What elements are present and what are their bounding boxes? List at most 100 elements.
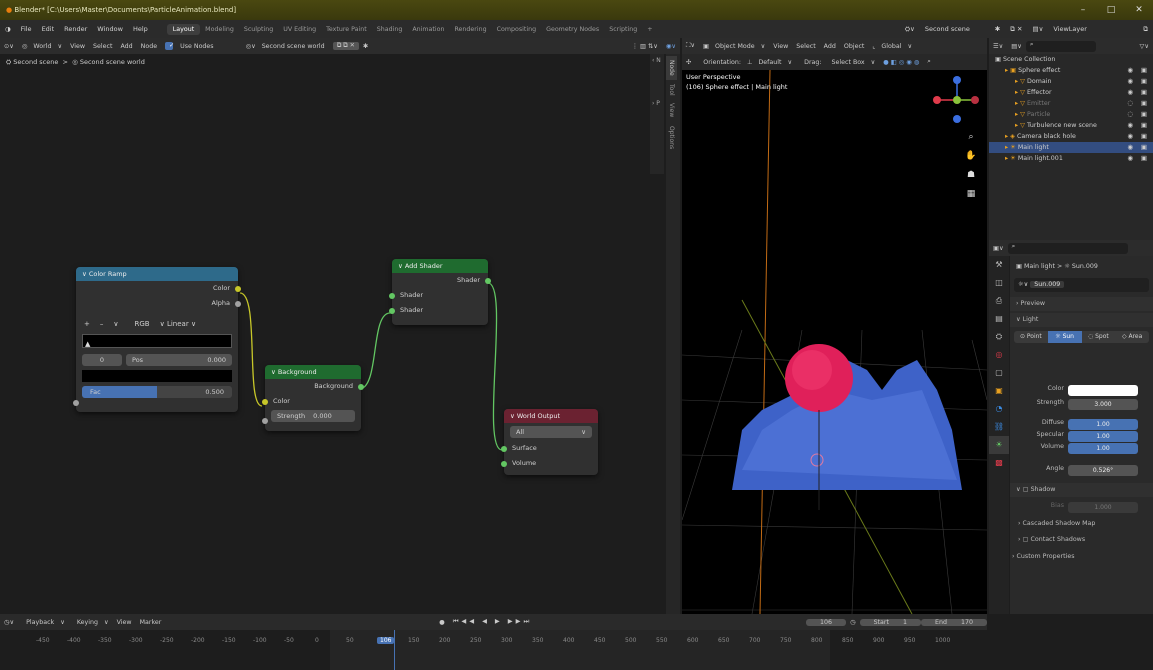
camera-view-icon[interactable]: ☗	[964, 166, 978, 185]
transform-gizmo-icon[interactable]: ✣	[682, 59, 695, 66]
scene-collection-row[interactable]: ▣ Scene Collection	[989, 54, 1153, 65]
viewport-3d[interactable]: User Perspective (106) Sphere effect | M…	[682, 70, 987, 614]
visibility-eye-icon[interactable]: ◉	[1127, 142, 1133, 153]
record-button[interactable]: ●	[435, 619, 449, 626]
diffuse-field[interactable]: 1.00	[1068, 419, 1138, 430]
stop-index-field[interactable]: 0	[82, 354, 122, 366]
viewlayer-icon[interactable]: ▤∨	[1027, 25, 1048, 33]
outliner-search-input[interactable]: ⌕	[1025, 40, 1096, 52]
visibility-eye-icon[interactable]: ◉	[1127, 65, 1133, 76]
add-shader-node[interactable]: ∨ Add Shader Shader Shader Shader	[389, 259, 491, 325]
render-camera-icon[interactable]: ▣	[1141, 98, 1147, 109]
fac-slider[interactable]: Fac 0.500	[82, 386, 232, 398]
close-button[interactable]: ✕	[1125, 0, 1153, 20]
grid-view-icon[interactable]: ▦	[964, 185, 978, 204]
socket-color-out[interactable]	[235, 285, 241, 292]
pin-icon[interactable]: ✱	[990, 25, 1005, 33]
light-datablock-field[interactable]: ☼∨ Sun.009	[1014, 278, 1149, 292]
outliner-item[interactable]: ▸ ▽ Particle ◌ ▣	[989, 109, 1153, 120]
viewlayer-add-icon[interactable]: ⧉	[1138, 25, 1153, 34]
preview-panel-header[interactable]: › Preview	[1010, 297, 1153, 311]
stop-color-swatch[interactable]	[82, 370, 232, 382]
outliner-item[interactable]: ▸ ◈ Camera black hole ◉ ▣	[989, 131, 1153, 142]
socket-surface-in[interactable]	[501, 445, 507, 452]
light-type-spot[interactable]: ◌ Spot	[1082, 331, 1116, 343]
render-camera-icon[interactable]: ▣	[1141, 65, 1147, 76]
timeline-area[interactable]	[0, 630, 987, 670]
timeline-view-menu[interactable]: View	[113, 619, 136, 626]
vp-menu-add[interactable]: Add	[820, 43, 840, 50]
ramp-menu-button[interactable]: ∨	[113, 320, 118, 328]
scene-selector-icon[interactable]: ⛭∨	[900, 25, 920, 34]
color-ramp-gradient[interactable]: ▲	[82, 334, 232, 348]
viewport-editor-icon[interactable]: ⛶∨	[682, 42, 699, 50]
render-tab-icon[interactable]: ◫	[989, 274, 1009, 292]
visibility-eye-icon[interactable]: ◌	[1127, 109, 1133, 120]
mode-select[interactable]: ▣ Object Mode ∨	[699, 43, 769, 50]
view-layer-tab-icon[interactable]: ▤	[989, 310, 1009, 328]
remove-stop-button[interactable]: –	[100, 320, 104, 328]
pan-hand-icon[interactable]: ✋	[964, 147, 978, 166]
outliner-item[interactable]: ▸ ▽ Emitter ◌ ▣	[989, 98, 1153, 109]
world-output-node[interactable]: ∨ World Output All ∨ Surface Volume	[501, 409, 598, 475]
angle-field[interactable]: 0.526°	[1068, 465, 1138, 476]
playback-controls[interactable]: ⏮◀◀ ◀ ▶ ▶▶⏭	[449, 618, 536, 626]
display-mode-icon[interactable]: ▤∨	[1007, 43, 1026, 50]
light-type-point[interactable]: ⊙ Point	[1014, 331, 1048, 343]
maximize-button[interactable]: □	[1097, 0, 1125, 20]
outliner-editor-icon[interactable]: ☰∨	[989, 43, 1007, 50]
render-camera-icon[interactable]: ▣	[1141, 76, 1147, 87]
render-camera-icon[interactable]: ▣	[1141, 153, 1147, 164]
socket-alpha-out[interactable]	[235, 300, 241, 307]
color-mode-select[interactable]: RGB	[135, 320, 150, 328]
outliner-item[interactable]: ▸ ▽ Effector ◉ ▣	[989, 87, 1153, 98]
zoom-icon[interactable]: ⌕	[964, 128, 978, 147]
outliner-item[interactable]: ▸ ▽ Domain ◉ ▣	[989, 76, 1153, 87]
node-header[interactable]: ∨ World Output	[504, 409, 598, 423]
visibility-eye-icon[interactable]: ◉	[1127, 87, 1133, 98]
output-tab-icon[interactable]: ⎙	[989, 292, 1009, 310]
bias-field[interactable]: 1.000	[1068, 502, 1138, 513]
output-target-select[interactable]: All ∨	[510, 426, 592, 438]
end-frame-field[interactable]: End 170	[920, 618, 987, 626]
socket-shader-out[interactable]	[485, 277, 491, 284]
outliner-item[interactable]: ▸ ☀ Main light ◉ ▣	[989, 142, 1153, 153]
scene-name[interactable]: Second scene	[920, 25, 990, 33]
socket-fac-in[interactable]	[73, 400, 79, 406]
node-header[interactable]: ∨ Add Shader	[392, 259, 488, 273]
tool-tab-icon[interactable]: ⚒	[989, 256, 1009, 274]
outliner-item[interactable]: ▸ ☀ Main light.001 ◉ ▣	[989, 153, 1153, 164]
strength-field[interactable]: Strength 0.000	[271, 410, 355, 422]
specular-field[interactable]: 1.00	[1068, 431, 1138, 442]
color-field[interactable]	[1068, 385, 1138, 396]
interpolation-select[interactable]: ∨ Linear ∨	[160, 320, 196, 328]
shading-buttons[interactable]: ● ◧ ◎ ◉ ◍	[879, 59, 923, 66]
color-ramp-node[interactable]: ∨ Color Ramp Color Alpha + – ∨ RGB ∨ Lin…	[73, 267, 241, 412]
contact-shadows-panel[interactable]: › ▢ Contact Shadows	[1018, 536, 1085, 543]
navigation-gizmo[interactable]	[927, 72, 982, 132]
filter-icon[interactable]: ▽∨	[1136, 43, 1153, 50]
ramp-stop-marker[interactable]: ▲	[85, 340, 90, 348]
light-panel-header[interactable]: ∨ Light	[1010, 313, 1153, 327]
node-header[interactable]: ∨ Color Ramp	[76, 267, 238, 281]
custom-properties-panel[interactable]: › Custom Properties	[1012, 553, 1074, 560]
stop-position-field[interactable]: Pos 0.000	[126, 354, 232, 366]
timeline-editor-icon[interactable]: ◷∨	[0, 619, 18, 626]
clock-icon[interactable]: ◷	[846, 619, 860, 626]
current-frame-field[interactable]: 106	[806, 618, 847, 626]
start-frame-field[interactable]: Start 1	[859, 618, 921, 626]
search-icon[interactable]: ⌕	[923, 58, 935, 66]
socket-volume-in[interactable]	[501, 460, 507, 467]
properties-editor-icon[interactable]: ▣∨	[989, 245, 1008, 252]
render-camera-icon[interactable]: ▣	[1141, 142, 1147, 153]
visibility-eye-icon[interactable]: ◌	[1127, 98, 1133, 109]
properties-search-input[interactable]: ⌕	[1007, 242, 1128, 254]
outliner-item[interactable]: ▸ ▣ Sphere effect ◉ ▣	[989, 65, 1153, 76]
visibility-eye-icon[interactable]: ◉	[1127, 153, 1133, 164]
viewlayer-name[interactable]: ViewLayer	[1048, 25, 1138, 33]
strength-field[interactable]: 3.000	[1068, 399, 1138, 410]
render-camera-icon[interactable]: ▣	[1141, 109, 1147, 120]
render-camera-icon[interactable]: ▣	[1141, 87, 1147, 98]
light-type-area[interactable]: ◇ Area	[1115, 331, 1149, 343]
visibility-eye-icon[interactable]: ◉	[1127, 131, 1133, 142]
